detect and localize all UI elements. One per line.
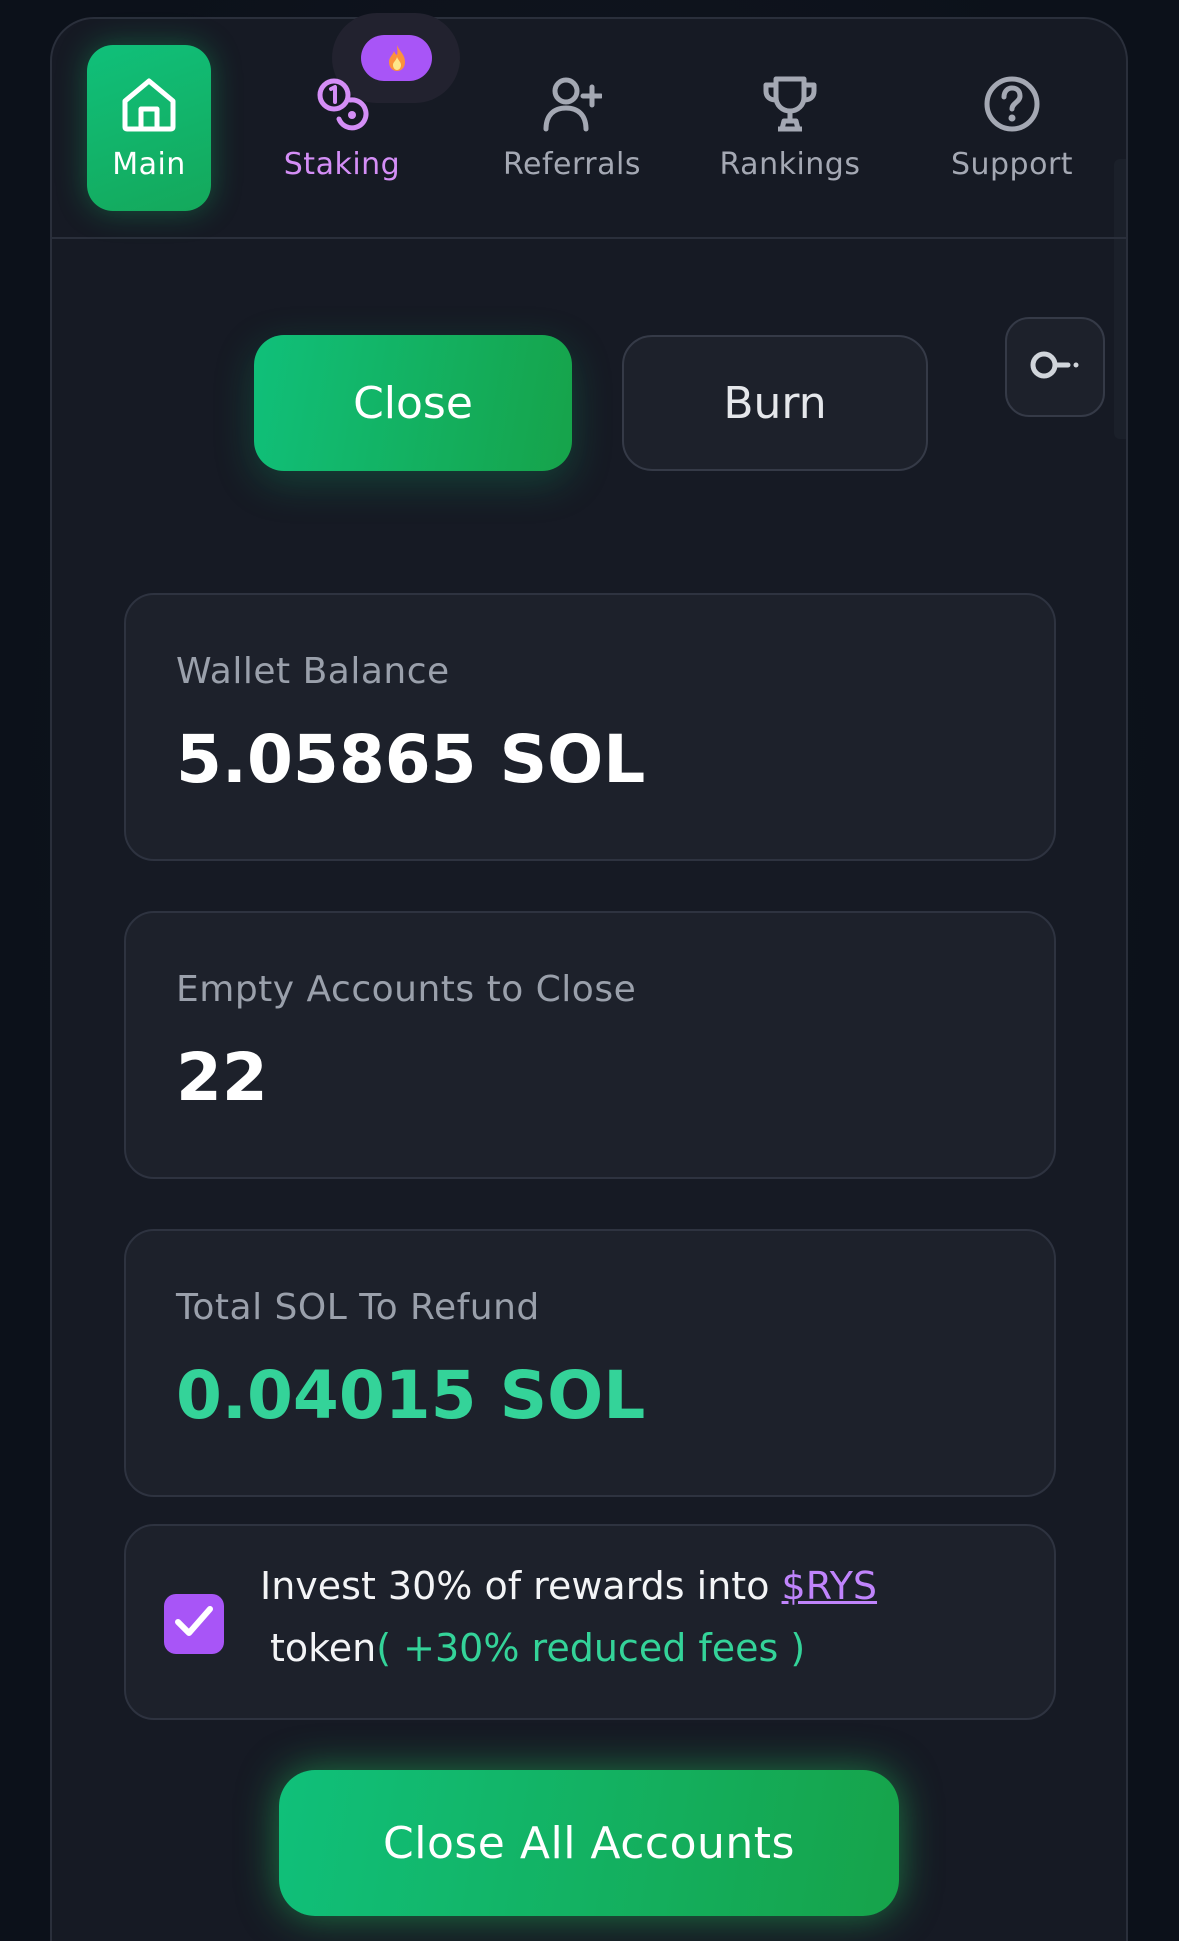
burn-mode-button[interactable]: Burn xyxy=(622,335,928,471)
wallet-balance-label: Wallet Balance xyxy=(176,651,450,692)
nav-staking[interactable]: Staking xyxy=(267,45,417,211)
home-icon xyxy=(119,75,179,147)
invest-text-line2: token( +30% reduced fees ) xyxy=(270,1626,805,1670)
user-plus-icon xyxy=(542,75,602,147)
nav-main[interactable]: Main xyxy=(87,45,211,211)
nav-referrals[interactable]: Referrals xyxy=(477,45,667,211)
coins-icon xyxy=(312,75,372,147)
nav-support[interactable]: Support xyxy=(922,45,1102,211)
total-refund-label: Total SOL To Refund xyxy=(176,1287,540,1328)
reduced-fees-note: ( +30% reduced fees ) xyxy=(376,1626,806,1670)
nav-support-label: Support xyxy=(950,146,1074,182)
nav-referrals-label: Referrals xyxy=(503,146,641,182)
invest-text-suffix: token xyxy=(270,1626,377,1670)
empty-accounts-value: 22 xyxy=(176,1039,268,1116)
wallet-balance-card: Wallet Balance 5.05865 SOL xyxy=(124,593,1056,861)
nav-rankings-label: Rankings xyxy=(719,146,861,182)
wallet-balance-value: 5.05865 SOL xyxy=(176,721,646,798)
key-button[interactable] xyxy=(1005,317,1105,417)
check-icon xyxy=(174,1605,214,1643)
nav-staking-label: Staking xyxy=(283,146,401,182)
empty-accounts-label: Empty Accounts to Close xyxy=(176,969,637,1010)
close-mode-button[interactable]: Close xyxy=(254,335,572,471)
nav-rankings[interactable]: Rankings xyxy=(700,45,880,211)
invest-checkbox[interactable] xyxy=(164,1594,224,1654)
trophy-icon xyxy=(760,75,820,147)
rys-token-link[interactable]: $RYS xyxy=(782,1564,877,1608)
app-screen: Main Staking Referrals Rankings Support … xyxy=(0,0,1179,1941)
close-all-accounts-button[interactable]: Close All Accounts xyxy=(279,1770,899,1916)
key-icon xyxy=(1030,347,1080,387)
nav-main-label: Main xyxy=(112,146,186,182)
total-refund-card: Total SOL To Refund 0.04015 SOL xyxy=(124,1229,1056,1497)
empty-accounts-card: Empty Accounts to Close 22 xyxy=(124,911,1056,1179)
main-panel: Main Staking Referrals Rankings Support … xyxy=(50,13,1128,1941)
invest-option-card: Invest 30% of rewards into $RYS token( +… xyxy=(124,1524,1056,1720)
total-refund-value: 0.04015 SOL xyxy=(176,1357,646,1434)
invest-text-prefix: Invest 30% of rewards into xyxy=(260,1564,782,1608)
invest-text-line1: Invest 30% of rewards into $RYS xyxy=(260,1564,877,1608)
help-circle-icon xyxy=(982,75,1042,147)
top-navigation: Main Staking Referrals Rankings Support xyxy=(52,13,1126,239)
